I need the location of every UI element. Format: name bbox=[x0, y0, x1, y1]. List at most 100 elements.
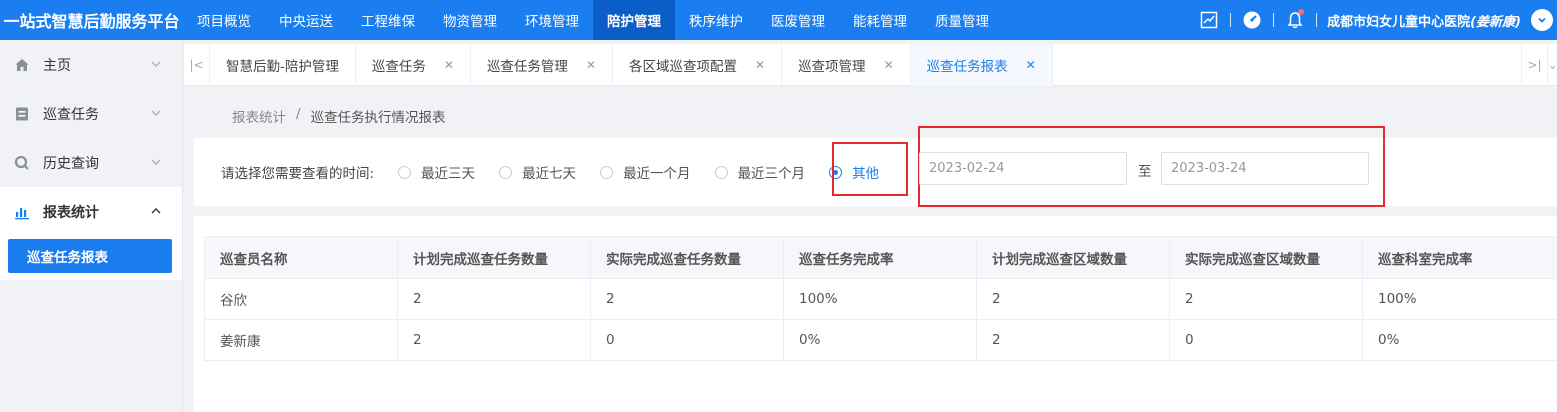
dashboard-icon[interactable] bbox=[1241, 9, 1263, 31]
breadcrumb-separator: / bbox=[296, 106, 301, 122]
table-cell: 2 bbox=[1169, 278, 1363, 320]
radio-label: 最近三个月 bbox=[737, 166, 806, 182]
tabs-menu-chevron-icon[interactable]: ⌄ bbox=[1547, 44, 1557, 86]
nav-item[interactable]: 医废管理 bbox=[757, 0, 839, 40]
top-navbar: 一站式智慧后勤服务平台 项目概览 中央运送 工程维保 物资管理 环境管理 陪护管理 秩序维护… bbox=[0, 0, 1557, 40]
chart-icon bbox=[13, 203, 31, 221]
nav-item[interactable]: 中央运送 bbox=[265, 0, 347, 40]
close-icon[interactable]: ✕ bbox=[884, 58, 894, 72]
table-header-cell: 巡查员名称 bbox=[204, 236, 398, 279]
sidebar-submenu: 巡查任务报表 bbox=[0, 236, 182, 280]
time-range-radio[interactable]: 最近七天 bbox=[499, 162, 576, 182]
bell-icon[interactable] bbox=[1284, 9, 1306, 31]
nav-item[interactable]: 项目概览 bbox=[183, 0, 265, 40]
table-cell: 0% bbox=[1362, 319, 1557, 361]
breadcrumb: 报表统计 / 巡查任务执行情况报表 bbox=[232, 106, 446, 126]
sidebar-item-home[interactable]: 主页 bbox=[0, 40, 182, 89]
nav-item[interactable]: 陪护管理 bbox=[593, 0, 675, 40]
task-icon bbox=[13, 105, 31, 123]
table-body: 谷欣 2 2 100% 2 2 100% 姜新康 2 0 0% 2 0 0% bbox=[204, 278, 1557, 361]
table-header-cell: 实际完成巡查任务数量 bbox=[590, 236, 784, 279]
close-icon[interactable]: ✕ bbox=[1026, 58, 1036, 72]
divider bbox=[1273, 13, 1275, 27]
nav-item[interactable]: 能耗管理 bbox=[839, 0, 921, 40]
tab-label: 巡查项管理 bbox=[798, 59, 866, 75]
tab-list: 智慧后勤-陪护管理 巡查任务 ✕ 巡查任务管理 ✕ 各区域巡查项配置 ✕ 巡查项管理 ✕ 巡查任务… bbox=[210, 44, 1053, 86]
tab[interactable]: 巡查任务管理 ✕ bbox=[471, 44, 613, 86]
sidebar-item-reports[interactable]: 报表统计 bbox=[0, 187, 182, 236]
table-header-cell: 计划完成巡查区域数量 bbox=[976, 236, 1170, 279]
time-range-radio[interactable]: 最近三个月 bbox=[714, 162, 806, 182]
nav-item[interactable]: 质量管理 bbox=[921, 0, 1003, 40]
table-cell: 0% bbox=[783, 319, 977, 361]
date-range-to-label: 至 bbox=[1138, 164, 1152, 180]
table-cell: 0 bbox=[1169, 319, 1363, 361]
table-cell: 2 bbox=[976, 278, 1170, 320]
nav-item[interactable]: 物资管理 bbox=[429, 0, 511, 40]
table-cell: 姜新康 bbox=[204, 319, 398, 361]
sidebar-subitem-patrol-report[interactable]: 巡查任务报表 bbox=[8, 239, 172, 273]
table-row: 姜新康 2 0 0% 2 0 0% bbox=[204, 319, 1557, 361]
time-range-radio[interactable]: 最近三天 bbox=[398, 162, 475, 182]
table-cell: 2 bbox=[976, 319, 1170, 361]
tabs-scroll-left-icon[interactable]: |< bbox=[184, 44, 210, 86]
tab[interactable]: 巡查任务 ✕ bbox=[356, 44, 471, 86]
chevron-up-icon bbox=[150, 205, 162, 221]
close-icon[interactable]: ✕ bbox=[444, 58, 454, 72]
report-table-panel: 巡查员名称 计划完成巡查任务数量 实际完成巡查任务数量 巡查任务完成率 计划完成巡查区域… bbox=[194, 216, 1557, 412]
end-date-input[interactable]: 2023-03-24 bbox=[1161, 152, 1369, 185]
radio-label: 最近三天 bbox=[421, 166, 476, 182]
radio-circle-icon bbox=[714, 165, 728, 179]
tabs-scroll-right-icon[interactable]: >| bbox=[1521, 44, 1547, 86]
radio-circle-icon bbox=[398, 165, 412, 179]
chevron-down-icon[interactable] bbox=[1531, 9, 1553, 31]
table-cell: 100% bbox=[783, 278, 977, 320]
sidebar-item-patrol-task[interactable]: 巡查任务 bbox=[0, 89, 182, 138]
table-header-cell: 巡查科室完成率 bbox=[1362, 236, 1557, 279]
tab[interactable]: 智慧后勤-陪护管理 bbox=[210, 44, 356, 86]
table-header-row: 巡查员名称 计划完成巡查任务数量 实际完成巡查任务数量 巡查任务完成率 计划完成巡查区域… bbox=[204, 236, 1557, 279]
nav-item[interactable]: 环境管理 bbox=[511, 0, 593, 40]
chevron-down-icon bbox=[150, 58, 162, 74]
breadcrumb-parent[interactable]: 报表统计 bbox=[232, 106, 286, 126]
tab-label: 巡查任务报表 bbox=[926, 59, 1008, 75]
home-icon bbox=[13, 56, 31, 74]
tabs-bar: |< 智慧后勤-陪护管理 巡查任务 ✕ 巡查任务管理 ✕ 各区域巡查项配置 ✕ 巡查项管理 ✕ 巡… bbox=[184, 44, 1557, 86]
main-nav: 项目概览 中央运送 工程维保 物资管理 环境管理 陪护管理 秩序维护 医废管理 能耗管理 质量管理 bbox=[183, 0, 1003, 40]
trend-chart-icon[interactable] bbox=[1198, 9, 1220, 31]
chevron-down-icon bbox=[150, 107, 162, 123]
table-row: 谷欣 2 2 100% 2 2 100% bbox=[204, 278, 1557, 320]
time-range-radio-group: 最近三天 最近七天 最近一个月 最近三个月 其他 bbox=[398, 162, 903, 182]
tab[interactable]: 巡查项管理 ✕ bbox=[782, 44, 911, 86]
time-range-radio[interactable]: 最近一个月 bbox=[600, 162, 691, 182]
sidebar: 主页 巡查任务 历史查询 报表统计 巡查任务报表 bbox=[0, 40, 183, 412]
top-right-tools: 成都市妇女儿童中心医院(姜新康) bbox=[1198, 0, 1557, 40]
chevron-down-icon bbox=[150, 156, 162, 172]
table-header-cell: 实际完成巡查区域数量 bbox=[1169, 236, 1363, 279]
table-cell: 2 bbox=[397, 278, 591, 320]
table-cell: 谷欣 bbox=[204, 278, 398, 320]
radio-label: 最近一个月 bbox=[623, 166, 691, 182]
table-cell: 2 bbox=[590, 278, 784, 320]
highlight-box-other-option bbox=[832, 142, 908, 196]
brand-title: 一站式智慧后勤服务平台 bbox=[3, 12, 180, 31]
close-icon[interactable]: ✕ bbox=[755, 58, 765, 72]
breadcrumb-current: 巡查任务执行情况报表 bbox=[310, 110, 446, 126]
tab-label: 巡查任务 bbox=[371, 59, 426, 75]
tab[interactable]: 各区域巡查项配置 ✕ bbox=[613, 44, 783, 86]
filter-label: 请选择您需要查看的时间: bbox=[221, 166, 375, 182]
org-user-label[interactable]: 成都市妇女儿童中心医院(姜新康) bbox=[1327, 11, 1521, 30]
table-cell: 2 bbox=[397, 319, 591, 361]
tabs-right-controls: >| ⌄ bbox=[1521, 44, 1557, 86]
radio-circle-icon bbox=[600, 165, 614, 179]
radio-label: 最近七天 bbox=[522, 166, 577, 182]
tab[interactable]: 巡查任务报表 ✕ bbox=[910, 44, 1053, 86]
close-icon[interactable]: ✕ bbox=[586, 58, 596, 72]
table-header-cell: 巡查任务完成率 bbox=[783, 236, 977, 279]
sidebar-item-history[interactable]: 历史查询 bbox=[0, 138, 182, 187]
table-header-cell: 计划完成巡查任务数量 bbox=[397, 236, 591, 279]
tab-label: 各区域巡查项配置 bbox=[629, 59, 737, 75]
nav-item[interactable]: 工程维保 bbox=[347, 0, 429, 40]
nav-item[interactable]: 秩序维护 bbox=[675, 0, 757, 40]
start-date-input[interactable]: 2023-02-24 bbox=[919, 152, 1127, 185]
